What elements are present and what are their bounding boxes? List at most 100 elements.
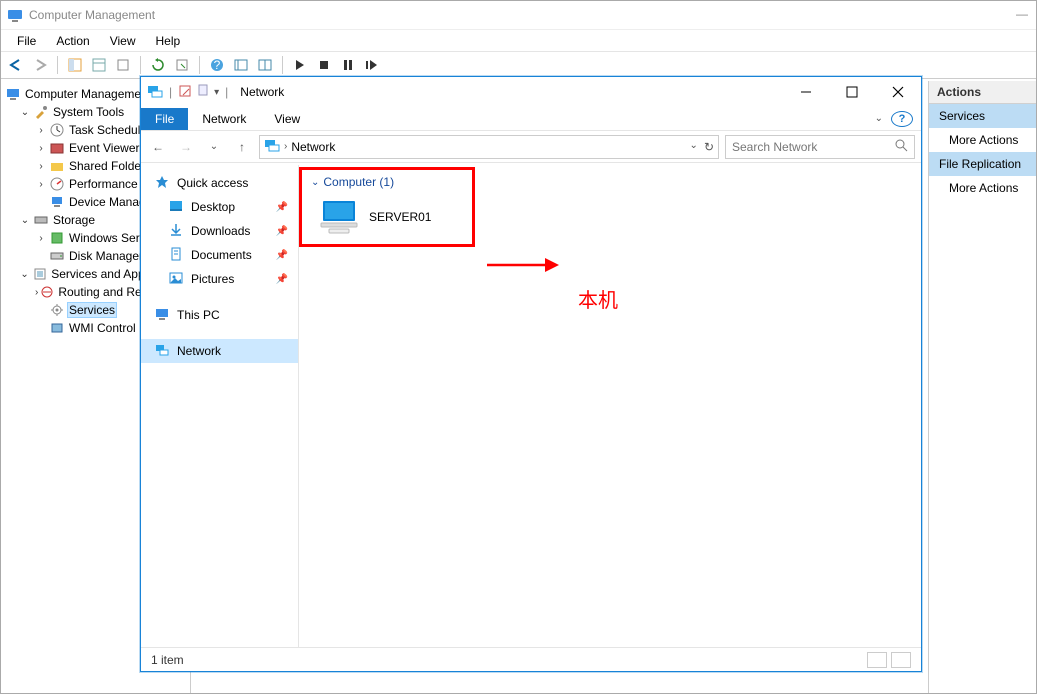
network-icon — [155, 343, 169, 360]
clock-icon — [49, 122, 65, 138]
documents-icon — [169, 247, 183, 264]
toolbar-show-hide-icon[interactable] — [64, 54, 86, 76]
explorer-titlebar[interactable]: | ▾ | Network — [141, 77, 921, 107]
view-large-icons-icon[interactable] — [891, 652, 911, 668]
actions-more-2[interactable]: More Actions — [929, 176, 1036, 200]
view-details-icon[interactable] — [867, 652, 887, 668]
menu-action[interactable]: Action — [46, 34, 99, 48]
explorer-window: | ▾ | Network File Network View ⌄ ? ← → … — [140, 76, 922, 672]
qat-properties-icon[interactable] — [178, 84, 192, 101]
cm-menubar: File Action View Help — [1, 29, 1036, 51]
qat-divider: | — [225, 85, 228, 99]
ribbon-expand-icon[interactable]: ⌄ — [875, 113, 883, 124]
nav-documents[interactable]: Documents📌 — [141, 243, 298, 267]
ribbon-tab-file[interactable]: File — [141, 108, 188, 130]
caret-icon[interactable] — [35, 287, 38, 298]
qat-chevron-icon[interactable]: ▾ — [214, 87, 219, 98]
toolbar-play-icon[interactable] — [289, 54, 311, 76]
toolbar-properties-icon[interactable] — [88, 54, 110, 76]
caret-icon[interactable] — [35, 143, 47, 154]
chevron-right-icon[interactable]: › — [284, 141, 287, 152]
caret-icon[interactable] — [35, 125, 47, 136]
actions-more-1[interactable]: More Actions — [929, 128, 1036, 152]
cm-minimize-button[interactable]: — — [1016, 7, 1028, 21]
performance-icon — [49, 176, 65, 192]
annotation-label: 本机 — [578, 284, 618, 313]
device-manager-icon — [49, 194, 65, 210]
tools-icon — [33, 104, 49, 120]
explorer-qat: | ▾ | — [141, 83, 234, 102]
event-viewer-icon — [49, 140, 65, 156]
nav-this-pc[interactable]: This PC — [141, 303, 298, 327]
refresh-icon[interactable]: ↻ — [704, 140, 714, 154]
breadcrumb-network[interactable]: Network — [291, 140, 335, 154]
breadcrumb[interactable]: › Network ⌄ ↻ — [259, 135, 719, 159]
disk-icon — [49, 248, 65, 264]
routing-icon — [40, 284, 54, 300]
computer-management-icon — [5, 86, 21, 102]
nav-quick-access[interactable]: Quick access — [141, 171, 298, 195]
minimize-button[interactable] — [783, 78, 829, 106]
pin-icon: 📌 — [276, 226, 288, 237]
explorer-address-bar: ← → ⌄ ↑ › Network ⌄ ↻ Search Network — [141, 131, 921, 163]
caret-icon[interactable] — [35, 161, 47, 172]
explorer-status-bar: 1 item — [141, 647, 921, 671]
services-apps-icon — [32, 266, 47, 282]
nav-back-button[interactable]: ← — [147, 136, 169, 158]
toolbar-pause-icon[interactable] — [337, 54, 359, 76]
status-item-count: 1 item — [151, 653, 184, 667]
search-icon[interactable] — [894, 138, 908, 155]
breadcrumb-dropdown-icon[interactable]: ⌄ — [690, 140, 698, 154]
shared-folders-icon — [49, 158, 65, 174]
svg-text:?: ? — [214, 58, 221, 72]
nav-downloads[interactable]: Downloads📌 — [141, 219, 298, 243]
nav-pictures[interactable]: Pictures📌 — [141, 267, 298, 291]
help-icon[interactable]: ? — [891, 111, 913, 127]
search-input[interactable]: Search Network — [725, 135, 915, 159]
explorer-content[interactable]: ⌄ Computer (1) SERVER01 — [299, 165, 921, 647]
explorer-title: Network — [234, 85, 783, 99]
actions-file-replication[interactable]: File Replication — [929, 152, 1036, 176]
annotation-arrow — [485, 254, 560, 276]
maximize-button[interactable] — [829, 78, 875, 106]
desktop-icon — [169, 199, 183, 216]
menu-help[interactable]: Help — [146, 34, 191, 48]
caret-icon[interactable] — [19, 269, 30, 280]
pin-icon: 📌 — [276, 274, 288, 285]
toolbar-export-icon[interactable] — [112, 54, 134, 76]
annotation-highlight-box — [299, 167, 475, 247]
ribbon-tab-network[interactable]: Network — [188, 108, 260, 130]
caret-icon[interactable] — [19, 215, 31, 226]
nav-forward-button[interactable]: → — [175, 136, 197, 158]
ribbon-tab-view[interactable]: View — [260, 108, 314, 130]
this-pc-icon — [155, 307, 169, 324]
menu-file[interactable]: File — [7, 34, 46, 48]
nav-desktop[interactable]: Desktop📌 — [141, 195, 298, 219]
nav-up-button[interactable]: ↑ — [231, 136, 253, 158]
cm-title: Computer Management — [29, 8, 155, 22]
search-placeholder: Search Network — [732, 140, 894, 154]
star-icon — [155, 175, 169, 192]
actions-services[interactable]: Services — [929, 104, 1036, 128]
toolbar-help-icon[interactable]: ? — [206, 54, 228, 76]
toolbar-stop-icon[interactable] — [313, 54, 335, 76]
nav-network[interactable]: Network — [141, 339, 298, 363]
toolbar-btn-a-icon[interactable] — [230, 54, 252, 76]
toolbar-btn-b-icon[interactable] — [254, 54, 276, 76]
network-icon — [147, 83, 163, 102]
nav-recent-button[interactable]: ⌄ — [203, 136, 225, 158]
downloads-icon — [169, 223, 183, 240]
toolbar-refresh-icon[interactable] — [147, 54, 169, 76]
menu-view[interactable]: View — [100, 34, 146, 48]
qat-dropdown-icon[interactable] — [198, 84, 208, 101]
close-button[interactable] — [875, 78, 921, 106]
caret-icon[interactable] — [35, 233, 47, 244]
nav-forward-icon[interactable] — [29, 54, 51, 76]
caret-icon[interactable] — [35, 179, 47, 190]
nav-back-icon[interactable] — [5, 54, 27, 76]
qat-divider: | — [169, 85, 172, 99]
caret-icon[interactable] — [19, 107, 31, 118]
toolbar-export-list-icon[interactable] — [171, 54, 193, 76]
explorer-nav-pane[interactable]: Quick access Desktop📌 Downloads📌 Documen… — [141, 165, 299, 647]
toolbar-restart-icon[interactable] — [361, 54, 383, 76]
